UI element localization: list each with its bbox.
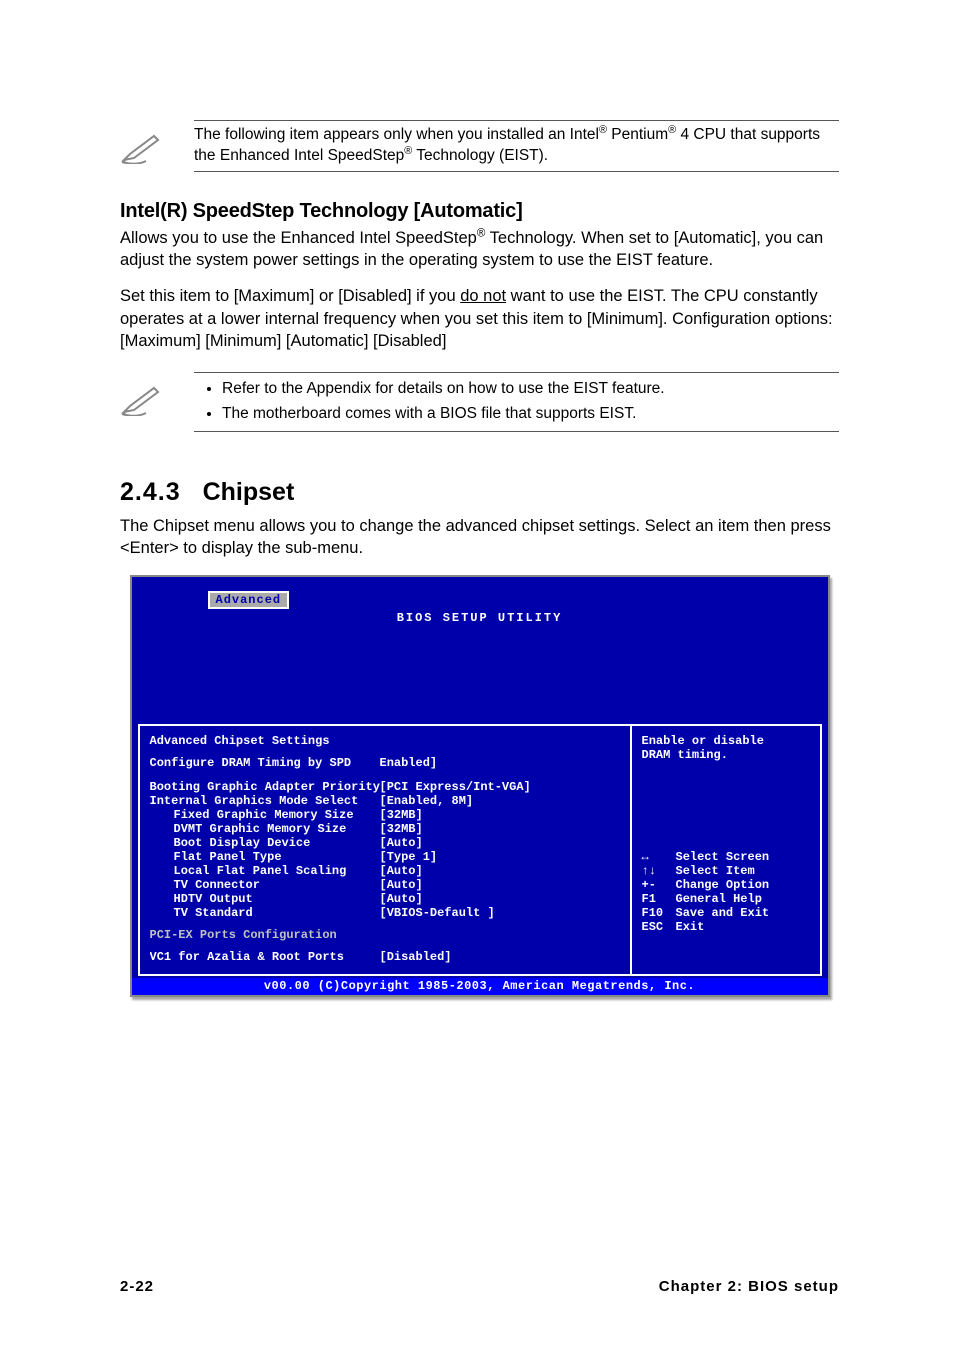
bios-value: [Auto] [380,836,423,850]
bios-row-localflat[interactable]: Local Flat Panel Scaling[Auto] [150,864,620,878]
note-1-text: The following item appears only when you… [194,120,839,172]
note-block-2: Refer to the Appendix for details on how… [120,372,839,432]
bios-key-row: ↔Select Screen [642,850,810,864]
note-1-a: The following item appears only when you… [194,126,599,143]
bios-label: PCI-EX Ports Configuration [150,928,380,942]
note-1-d: Technology (EIST). [412,147,548,164]
note-2-bullet-1: Refer to the Appendix for details on how… [222,377,839,402]
bios-label: Local Flat Panel Scaling [150,864,380,878]
key-desc: Exit [676,920,705,934]
bios-label: Fixed Graphic Memory Size [150,808,380,822]
bios-help-2: DRAM timing. [642,748,810,762]
bios-keyhelp: ↔Select Screen ↑↓Select Item +-Change Op… [642,850,810,934]
bios-value: [Auto] [380,892,423,906]
note-1-b: Pentium [607,126,668,143]
bios-value: [32MB] [380,808,423,822]
bios-value: [32MB] [380,822,423,836]
bios-left-heading: Advanced Chipset Settings [150,734,620,748]
bios-key-row: F1General Help [642,892,810,906]
para-1-a: Allows you to use the Enhanced Intel Spe… [120,229,477,247]
key-desc: General Help [676,892,762,906]
bios-label: DVMT Graphic Memory Size [150,822,380,836]
option-heading: Intel(R) SpeedStep Technology [Automatic… [120,200,839,223]
key-f1: F1 [642,892,676,906]
bios-tab-advanced[interactable]: Advanced [208,591,290,609]
bios-value: [Disabled] [380,950,452,964]
bios-row-bootdisp[interactable]: Boot Display Device[Auto] [150,836,620,850]
bios-footer: v00.00 (C)Copyright 1985-2003, American … [132,978,828,995]
bios-help-1: Enable or disable [642,734,810,748]
section-number: 2.4.3 [120,478,181,506]
note-2-body: Refer to the Appendix for details on how… [194,372,839,432]
bios-label: VC1 for Azalia & Root Ports [150,950,380,964]
bios-row-dvmt[interactable]: DVMT Graphic Memory Size[32MB] [150,822,620,836]
bios-value: Enabled] [380,756,438,770]
bios-label: Configure DRAM Timing by SPD [150,756,380,770]
key-esc: ESC [642,920,676,934]
bios-key-row: ESCExit [642,920,810,934]
bios-title: BIOS SETUP UTILITY [132,609,828,626]
bios-row-flatpanel[interactable]: Flat Panel Type[Type 1] [150,850,620,864]
pencil-note-icon [120,372,170,432]
bios-label: Booting Graphic Adapter Priority [150,780,380,794]
bios-label: Internal Graphics Mode Select [150,794,380,808]
para-2-underline: do not [460,287,506,305]
pencil-note-icon [120,120,170,172]
bios-row-tvstd[interactable]: TV Standard[VBIOS-Default ] [150,906,620,920]
key-lr-icon: ↔ [642,850,676,864]
bios-row-pciex[interactable]: PCI-EX Ports Configuration [150,928,620,942]
key-pm-icon: +- [642,878,676,892]
section-para: The Chipset menu allows you to change th… [120,515,839,560]
bios-help-panel: Enable or disable DRAM timing. ↔Select S… [630,726,820,974]
bios-value: [Type 1] [380,850,438,864]
bios-row-dram[interactable]: Configure DRAM Timing by SPDEnabled] [150,756,620,770]
bios-value: [Auto] [380,878,423,892]
bios-row-tvconn[interactable]: TV Connector[Auto] [150,878,620,892]
bios-value: [Auto] [380,864,423,878]
key-desc: Select Screen [676,850,770,864]
bios-key-row: +-Change Option [642,878,810,892]
page-footer: 2-22 Chapter 2: BIOS setup [120,1278,839,1295]
bios-left-panel[interactable]: Advanced Chipset Settings Configure DRAM… [140,726,630,974]
note-2-bullet-2: The motherboard comes with a BIOS file t… [222,402,839,427]
bios-frame: Advanced Chipset Settings Configure DRAM… [138,724,822,976]
para-2-a: Set this item to [Maximum] or [Disabled]… [120,287,460,305]
bios-row-igms[interactable]: Internal Graphics Mode Select[Enabled, 8… [150,794,620,808]
bios-value: [VBIOS-Default ] [380,906,495,920]
bios-row-hdtv[interactable]: HDTV Output[Auto] [150,892,620,906]
bios-value: [PCI Express/Int-VGA] [380,780,531,794]
key-ud-icon: ↑↓ [642,864,676,878]
section-heading: 2.4.3 Chipset [120,478,839,507]
key-f10: F10 [642,906,676,920]
reg-mark: ® [599,124,607,136]
bios-label: Boot Display Device [150,836,380,850]
page-number: 2-22 [120,1278,154,1295]
bios-row-boot-gap[interactable]: Booting Graphic Adapter Priority[PCI Exp… [150,780,620,794]
key-desc: Change Option [676,878,770,892]
key-desc: Save and Exit [676,906,770,920]
bios-key-row: ↑↓Select Item [642,864,810,878]
bios-titlebar: BIOS SETUP UTILITY Advanced [132,577,828,724]
reg-mark: ® [668,124,676,136]
bios-key-row: F10Save and Exit [642,906,810,920]
bios-label: Flat Panel Type [150,850,380,864]
bios-value: [Enabled, 8M] [380,794,474,808]
note-block-1: The following item appears only when you… [120,120,839,172]
para-1: Allows you to use the Enhanced Intel Spe… [120,227,839,272]
bios-row-vc1[interactable]: VC1 for Azalia & Root Ports[Disabled] [150,950,620,964]
bios-label: TV Standard [150,906,380,920]
section-title: Chipset [203,478,295,506]
key-desc: Select Item [676,864,755,878]
bios-label: HDTV Output [150,892,380,906]
para-2: Set this item to [Maximum] or [Disabled]… [120,285,839,352]
bios-window: BIOS SETUP UTILITY Advanced Advanced Chi… [130,575,830,997]
bios-label: TV Connector [150,878,380,892]
chapter-label: Chapter 2: BIOS setup [659,1278,839,1295]
bios-row-fgms[interactable]: Fixed Graphic Memory Size[32MB] [150,808,620,822]
